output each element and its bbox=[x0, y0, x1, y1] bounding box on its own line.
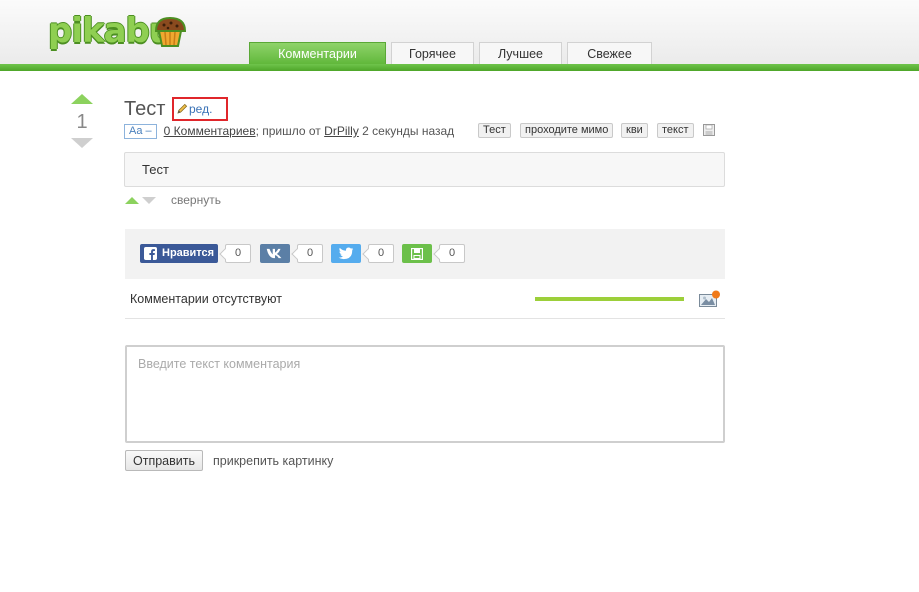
save-share-button[interactable] bbox=[402, 244, 432, 263]
header-green-line bbox=[0, 64, 919, 71]
comment-input[interactable] bbox=[125, 345, 725, 443]
twitter-count: 0 bbox=[368, 244, 394, 263]
post-meta: Aa – 0 Комментариев ; пришло от DrPilly … bbox=[124, 123, 454, 139]
vk-count: 0 bbox=[297, 244, 323, 263]
tag-test[interactable]: Тест bbox=[478, 123, 511, 138]
edit-link[interactable]: ред. bbox=[177, 102, 212, 116]
post-body: Тест bbox=[124, 152, 725, 187]
facebook-icon bbox=[144, 247, 157, 260]
vk-share-button[interactable] bbox=[260, 244, 290, 263]
facebook-count: 0 bbox=[225, 244, 251, 263]
tab-fresh[interactable]: Свежее bbox=[567, 42, 652, 64]
tab-best[interactable]: Лучшее bbox=[479, 42, 562, 64]
comments-divider bbox=[125, 318, 725, 319]
twitter-share-button[interactable] bbox=[331, 244, 361, 263]
tab-hot[interactable]: Горячее bbox=[391, 42, 474, 64]
author-link[interactable]: DrPilly bbox=[324, 124, 359, 138]
downvote-arrow-icon[interactable] bbox=[71, 138, 93, 148]
image-gallery-icon[interactable] bbox=[699, 290, 721, 308]
floppy-save-icon bbox=[411, 248, 423, 260]
facebook-like-label: Нравится bbox=[162, 247, 215, 259]
attach-image-link[interactable]: прикрепить картинку bbox=[213, 454, 333, 468]
tag-text[interactable]: текст bbox=[657, 123, 694, 138]
edit-label: ред. bbox=[189, 102, 213, 116]
collapse-link[interactable]: свернуть bbox=[171, 193, 221, 207]
no-comments-text: Комментарии отсутствуют bbox=[130, 292, 282, 306]
save-count: 0 bbox=[439, 244, 465, 263]
mini-downvote-icon[interactable] bbox=[142, 196, 156, 204]
tag-kvi[interactable]: кви bbox=[621, 123, 648, 138]
post-body-text: Тест bbox=[142, 162, 169, 177]
pencil-icon bbox=[177, 103, 188, 114]
facebook-like-button[interactable]: Нравится bbox=[140, 244, 218, 263]
main-tabs: Комментарии Горячее Лучшее Свежее bbox=[249, 42, 652, 64]
share-bar: Нравится 0 0 0 0 bbox=[125, 229, 725, 279]
post-rating: 1 bbox=[76, 111, 88, 133]
mini-upvote-icon[interactable] bbox=[125, 196, 139, 204]
time-ago: 2 секунды назад bbox=[362, 124, 455, 138]
vote-column: 1 bbox=[70, 94, 94, 148]
tab-comments[interactable]: Комментарии bbox=[249, 42, 386, 64]
twitter-icon bbox=[338, 247, 354, 260]
muffin-logo-icon bbox=[154, 16, 187, 47]
comments-progress-bar bbox=[535, 297, 684, 301]
post-title[interactable]: Тест bbox=[124, 98, 165, 121]
comments-link[interactable]: 0 Комментариев bbox=[164, 124, 256, 138]
pikabu-logo[interactable]: pikabu bbox=[48, 10, 193, 52]
submit-comment-button[interactable]: Отправить bbox=[125, 450, 203, 471]
came-from-text: ; пришло от bbox=[255, 124, 321, 138]
tag-walk-by[interactable]: проходите мимо bbox=[520, 123, 614, 138]
upvote-arrow-icon[interactable] bbox=[71, 94, 93, 104]
save-icon[interactable] bbox=[703, 124, 715, 136]
font-size-toggle[interactable]: Aa – bbox=[124, 123, 157, 139]
collapse-row: свернуть bbox=[125, 193, 221, 207]
vk-icon bbox=[266, 248, 282, 259]
